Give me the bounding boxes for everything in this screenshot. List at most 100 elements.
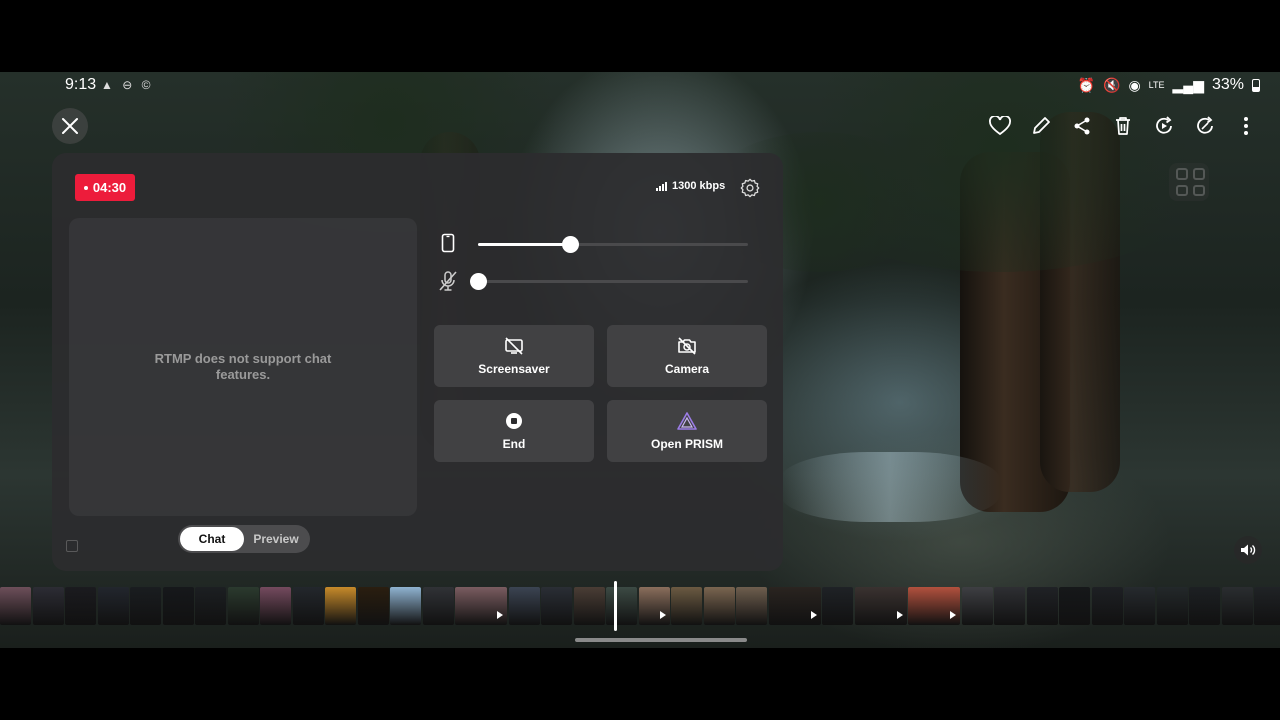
- filmstrip-thumbnail[interactable]: [32, 587, 64, 625]
- filmstrip-thumbnail[interactable]: [768, 587, 821, 625]
- rotate-icon: [1197, 116, 1213, 134]
- camera-label: Camera: [664, 362, 710, 376]
- hotspot-icon: ◉: [1128, 76, 1141, 93]
- filmstrip-thumbnail[interactable]: [195, 587, 226, 625]
- phone-icon: [438, 233, 458, 255]
- filmstrip-thumbnail[interactable]: [357, 587, 389, 625]
- filmstrip-thumbnail[interactable]: [671, 587, 702, 625]
- filmstrip-thumbnail[interactable]: [1091, 587, 1123, 625]
- media-actions-toolbar: [988, 114, 1258, 138]
- battery-percent: 33%: [1211, 76, 1244, 93]
- live-timer: 04:30: [92, 180, 127, 195]
- signal-strength-icon: [656, 181, 667, 191]
- device-volume-track[interactable]: [478, 236, 748, 253]
- camera-button[interactable]: Camera: [607, 325, 767, 387]
- trash-icon: [1116, 117, 1130, 135]
- play-icon: [810, 611, 817, 619]
- filmstrip-thumbnail[interactable]: [65, 587, 96, 625]
- delete-button[interactable]: [1111, 114, 1135, 138]
- filmstrip-thumbnail[interactable]: [1026, 587, 1058, 625]
- more-icon: [1244, 117, 1248, 135]
- filmstrip-thumbnail[interactable]: [908, 587, 960, 625]
- replay-button[interactable]: [1152, 114, 1176, 138]
- mic-volume-thumb[interactable]: [470, 273, 487, 290]
- filmstrip-thumbnail[interactable]: [1254, 587, 1280, 625]
- device-volume-thumb[interactable]: [561, 236, 579, 253]
- filmstrip-thumbnail[interactable]: [455, 587, 507, 625]
- status-bar: 9:13 ▲ ⊖ © ⏰ 🔇 ◉ LTE ▂▄▆ 33%: [0, 72, 1280, 100]
- filmstrip-thumbnail[interactable]: [130, 587, 161, 625]
- play-icon: [497, 611, 503, 619]
- filmstrip-thumbnail[interactable]: [541, 587, 572, 625]
- grid-view-button[interactable]: [1169, 163, 1209, 201]
- filmstrip-thumbnail[interactable]: [1156, 587, 1188, 625]
- mic-volume-slider[interactable]: [438, 270, 750, 294]
- edit-button[interactable]: [1029, 114, 1053, 138]
- filmstrip-thumbnail[interactable]: [606, 587, 637, 625]
- more-options-button[interactable]: [1234, 114, 1258, 138]
- pip-icon[interactable]: [66, 540, 78, 552]
- filmstrip-thumbnail[interactable]: [822, 587, 853, 625]
- filmstrip-thumbnail[interactable]: [422, 587, 454, 625]
- grid-cell: [1176, 184, 1188, 196]
- filmstrip-thumbnail[interactable]: [508, 587, 540, 625]
- heart-icon: [989, 116, 1011, 136]
- filmstrip-thumbnail[interactable]: [994, 587, 1025, 625]
- filmstrip-thumbnail[interactable]: [854, 587, 907, 625]
- prism-logo-icon: [677, 411, 697, 431]
- filmstrip-thumbnail[interactable]: [0, 587, 31, 625]
- screensaver-off-icon: [504, 336, 524, 356]
- chat-preview-toggle: Chat Preview: [178, 525, 310, 553]
- tab-chat[interactable]: Chat: [180, 527, 244, 551]
- share-button[interactable]: [1070, 114, 1094, 138]
- filmstrip-thumbnail[interactable]: [292, 587, 324, 625]
- open-prism-button[interactable]: Open PRISM: [607, 400, 767, 462]
- filmstrip-thumbnail[interactable]: [703, 587, 735, 625]
- stop-icon: [504, 411, 524, 431]
- grid-cell: [1193, 168, 1205, 180]
- filmstrip-thumbnail[interactable]: [97, 587, 129, 625]
- gear-icon: [740, 178, 760, 198]
- video-filmstrip[interactable]: [0, 587, 1280, 625]
- tab-preview[interactable]: Preview: [244, 527, 308, 551]
- favorite-button[interactable]: [988, 114, 1012, 138]
- mute-icon: 🔇: [1103, 76, 1121, 93]
- pencil-icon: [1033, 117, 1050, 134]
- rotate-button[interactable]: [1193, 114, 1217, 138]
- alarm-icon: ⏰: [1077, 76, 1096, 93]
- close-button[interactable]: [52, 108, 88, 144]
- device-volume-slider[interactable]: [438, 233, 750, 257]
- video-volume-button[interactable]: [1234, 536, 1262, 564]
- filmstrip-thumbnail[interactable]: [227, 587, 259, 625]
- live-dot-icon: [83, 185, 88, 190]
- play-icon: [896, 611, 903, 619]
- end-stream-button[interactable]: End: [434, 400, 594, 462]
- filmstrip-playhead[interactable]: [614, 581, 617, 631]
- filmstrip-thumbnail[interactable]: [961, 587, 993, 625]
- filmstrip-thumbnail[interactable]: [325, 587, 356, 625]
- home-indicator[interactable]: [575, 638, 747, 642]
- status-time: 9:13: [65, 76, 97, 93]
- battery-icon: [1252, 78, 1260, 92]
- filmstrip-thumbnail[interactable]: [1059, 587, 1090, 625]
- filmstrip-thumbnail[interactable]: [573, 587, 605, 625]
- mic-volume-track[interactable]: [470, 273, 748, 290]
- filmstrip-thumbnail[interactable]: [1221, 587, 1253, 625]
- filmstrip-thumbnail[interactable]: [390, 587, 421, 625]
- screensaver-button[interactable]: Screensaver: [434, 325, 594, 387]
- live-stream-panel: 04:30 1300 kbps RTMP does not support ch…: [52, 153, 783, 571]
- screensaver-label: Screensaver: [478, 362, 550, 376]
- filmstrip-thumbnail[interactable]: [638, 587, 670, 625]
- bitrate-indicator: 1300 kbps: [656, 180, 725, 192]
- speaker-icon: [1241, 544, 1256, 556]
- filmstrip-thumbnail[interactable]: [260, 587, 291, 625]
- signal-icon: ▂▄▆: [1172, 76, 1204, 93]
- chat-unsupported-message: RTMP does not support chat features.: [154, 351, 332, 382]
- filmstrip-thumbnail[interactable]: [1124, 587, 1155, 625]
- filmstrip-thumbnail[interactable]: [736, 587, 767, 625]
- filmstrip-thumbnail[interactable]: [1189, 587, 1220, 625]
- camera-off-icon: [677, 336, 697, 356]
- stream-settings-button[interactable]: [739, 177, 761, 199]
- status-notification-icons: ▲ ⊖ ©: [101, 78, 154, 92]
- filmstrip-thumbnail[interactable]: [162, 587, 194, 625]
